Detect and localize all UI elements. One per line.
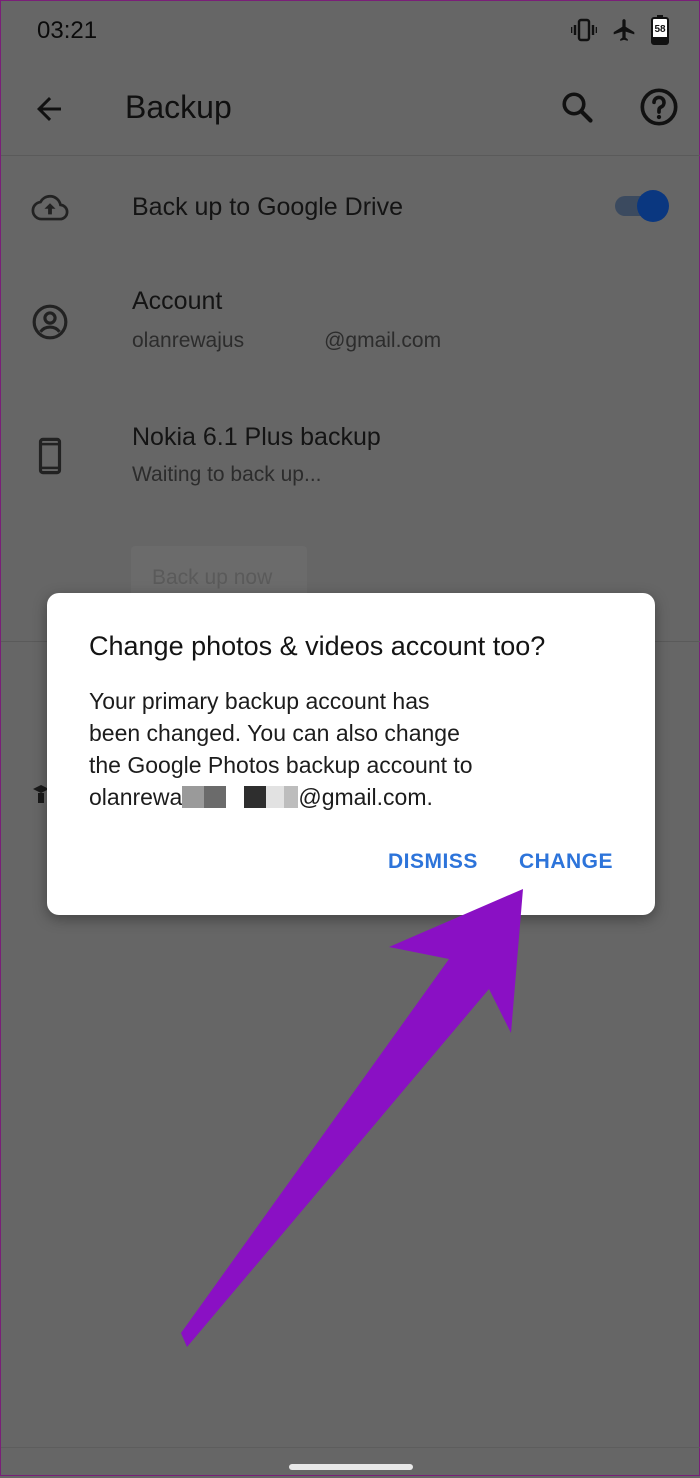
change-account-dialog: Change photos & videos account too? Your…: [47, 593, 655, 915]
drive-backup-toggle[interactable]: [613, 190, 669, 222]
airplane-mode-icon: [613, 19, 635, 41]
status-time: 03:21: [37, 17, 98, 44]
drive-backup-row[interactable]: Back up to Google Drive: [1, 159, 700, 255]
redaction-block: [244, 786, 267, 808]
back-up-now-label: Back up now: [152, 566, 273, 589]
phone-icon: [38, 437, 62, 475]
device-backup-label: Nokia 6.1 Plus backup: [132, 423, 381, 451]
navigation-bar: [1, 1447, 700, 1478]
dialog-email-user: olanrewa: [89, 784, 183, 810]
dialog-email-domain: @gmail.com.: [298, 784, 433, 810]
page-title: Backup: [125, 89, 232, 125]
dialog-title: Change photos & videos account too?: [89, 631, 546, 661]
battery-icon: 58: [651, 15, 669, 45]
change-button[interactable]: CHANGE: [519, 850, 613, 874]
account-email-domain: @gmail.com: [324, 329, 442, 352]
home-gesture-pill[interactable]: [289, 1464, 413, 1470]
vibrate-icon: [571, 18, 597, 42]
redaction-block: [204, 786, 227, 808]
dialog-message-line: been changed. You can also change: [89, 720, 460, 746]
redaction-block: [284, 786, 299, 808]
help-icon[interactable]: [639, 87, 679, 127]
redaction-block: [182, 786, 205, 808]
dialog-message: Your primary backup account has been cha…: [89, 685, 609, 813]
status-bar: 03:21 58: [1, 1, 700, 63]
device-backup-status: Waiting to back up...: [132, 463, 322, 486]
search-icon[interactable]: [559, 89, 595, 125]
account-row[interactable]: Account olanrewajus @gmail.com: [1, 269, 700, 379]
account-label: Account: [132, 287, 223, 315]
account-email: olanrewajus @gmail.com: [132, 329, 441, 353]
account-email-user: olanrewajus: [132, 329, 245, 352]
dialog-message-line: the Google Photos backup account to: [89, 752, 473, 778]
redaction-block: [266, 786, 285, 808]
toggle-thumb: [637, 190, 669, 222]
dialog-email-line: olanrewa @gmail.com.: [89, 781, 609, 813]
app-bar: Backup: [1, 63, 700, 156]
cloud-upload-icon: [31, 194, 69, 221]
back-arrow-icon[interactable]: [31, 91, 67, 127]
device-backup-row[interactable]: Nokia 6.1 Plus backup Waiting to back up…: [1, 405, 700, 515]
dialog-message-line: Your primary backup account has: [89, 688, 430, 714]
account-circle-icon: [32, 304, 68, 340]
dismiss-button[interactable]: DISMISS: [388, 850, 478, 874]
battery-level: 58: [654, 24, 666, 35]
drive-backup-label: Back up to Google Drive: [132, 193, 403, 221]
status-icons: 58: [571, 15, 669, 45]
